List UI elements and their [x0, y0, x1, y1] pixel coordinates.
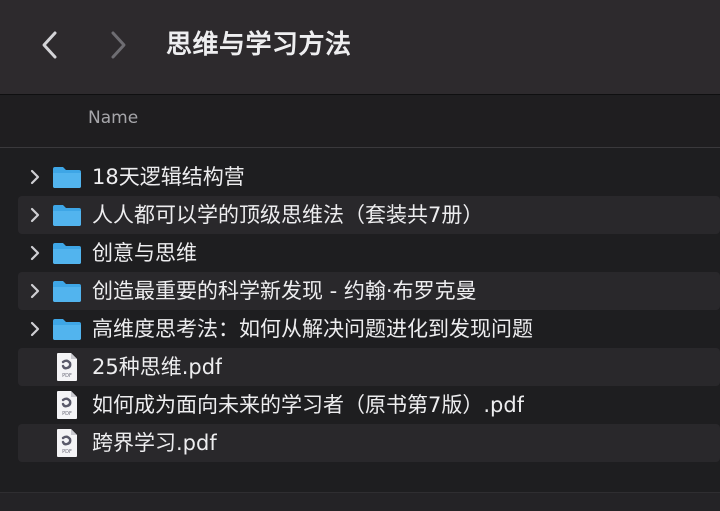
list-item[interactable]: PDF 如何成为面向未来的学习者（原书第7版）.pdf: [18, 386, 720, 424]
chevron-right-icon: [30, 321, 40, 337]
pdf-icon-label: PDF: [62, 373, 72, 379]
folder-icon: [50, 313, 84, 345]
file-name: 创意与思维: [92, 241, 197, 265]
disclosure-toggle[interactable]: [22, 240, 48, 266]
file-name: 如何成为面向未来的学习者（原书第7版）.pdf: [92, 393, 525, 417]
file-name: 高维度思考法：如何从解决问题进化到发现问题: [92, 317, 533, 341]
file-list: 18天逻辑结构营 人人都可以学的顶级思维法（套装共7册） 创意与思维 创造最重要…: [0, 158, 720, 462]
pdf-file-icon: PDF: [50, 389, 84, 421]
folder-icon: [50, 161, 84, 193]
folder-icon: [50, 199, 84, 231]
chevron-right-icon: [111, 31, 126, 59]
chevron-right-icon: [30, 207, 40, 223]
list-item[interactable]: PDF 跨界学习.pdf: [18, 424, 720, 462]
folder-icon: [50, 237, 84, 269]
status-bar: [0, 492, 720, 511]
disclosure-toggle[interactable]: [22, 278, 48, 304]
list-item[interactable]: 18天逻辑结构营: [18, 158, 720, 196]
chevron-right-icon: [30, 283, 40, 299]
back-button[interactable]: [32, 26, 68, 64]
disclosure-toggle[interactable]: [22, 164, 48, 190]
disclosure-toggle[interactable]: [22, 316, 48, 342]
pdf-file-icon: PDF: [50, 427, 84, 459]
list-item[interactable]: 高维度思考法：如何从解决问题进化到发现问题: [18, 310, 720, 348]
file-name: 25种思维.pdf: [92, 355, 223, 379]
pdf-icon-label: PDF: [62, 449, 72, 455]
title-bar: 思维与学习方法: [0, 0, 720, 95]
list-item[interactable]: 创造最重要的科学新发现 - 约翰·布罗克曼: [18, 272, 720, 310]
file-name: 18天逻辑结构营: [92, 165, 245, 189]
folder-icon: [50, 275, 84, 307]
chevron-right-icon: [30, 169, 40, 185]
list-item[interactable]: PDF 25种思维.pdf: [18, 348, 720, 386]
pdf-icon-label: PDF: [62, 411, 72, 417]
chevron-left-icon: [42, 31, 57, 59]
file-name: 人人都可以学的顶级思维法（套装共7册）: [92, 203, 484, 227]
list-item[interactable]: 创意与思维: [18, 234, 720, 272]
window-title: 思维与学习方法: [166, 30, 352, 60]
list-item[interactable]: 人人都可以学的顶级思维法（套装共7册）: [18, 196, 720, 234]
column-header: Name: [0, 96, 720, 148]
file-name: 跨界学习.pdf: [92, 431, 217, 455]
file-name: 创造最重要的科学新发现 - 约翰·布罗克曼: [92, 279, 477, 303]
forward-button[interactable]: [100, 26, 136, 64]
chevron-right-icon: [30, 245, 40, 261]
name-column-header[interactable]: Name: [88, 108, 138, 128]
pdf-file-icon: PDF: [50, 351, 84, 383]
disclosure-toggle[interactable]: [22, 202, 48, 228]
